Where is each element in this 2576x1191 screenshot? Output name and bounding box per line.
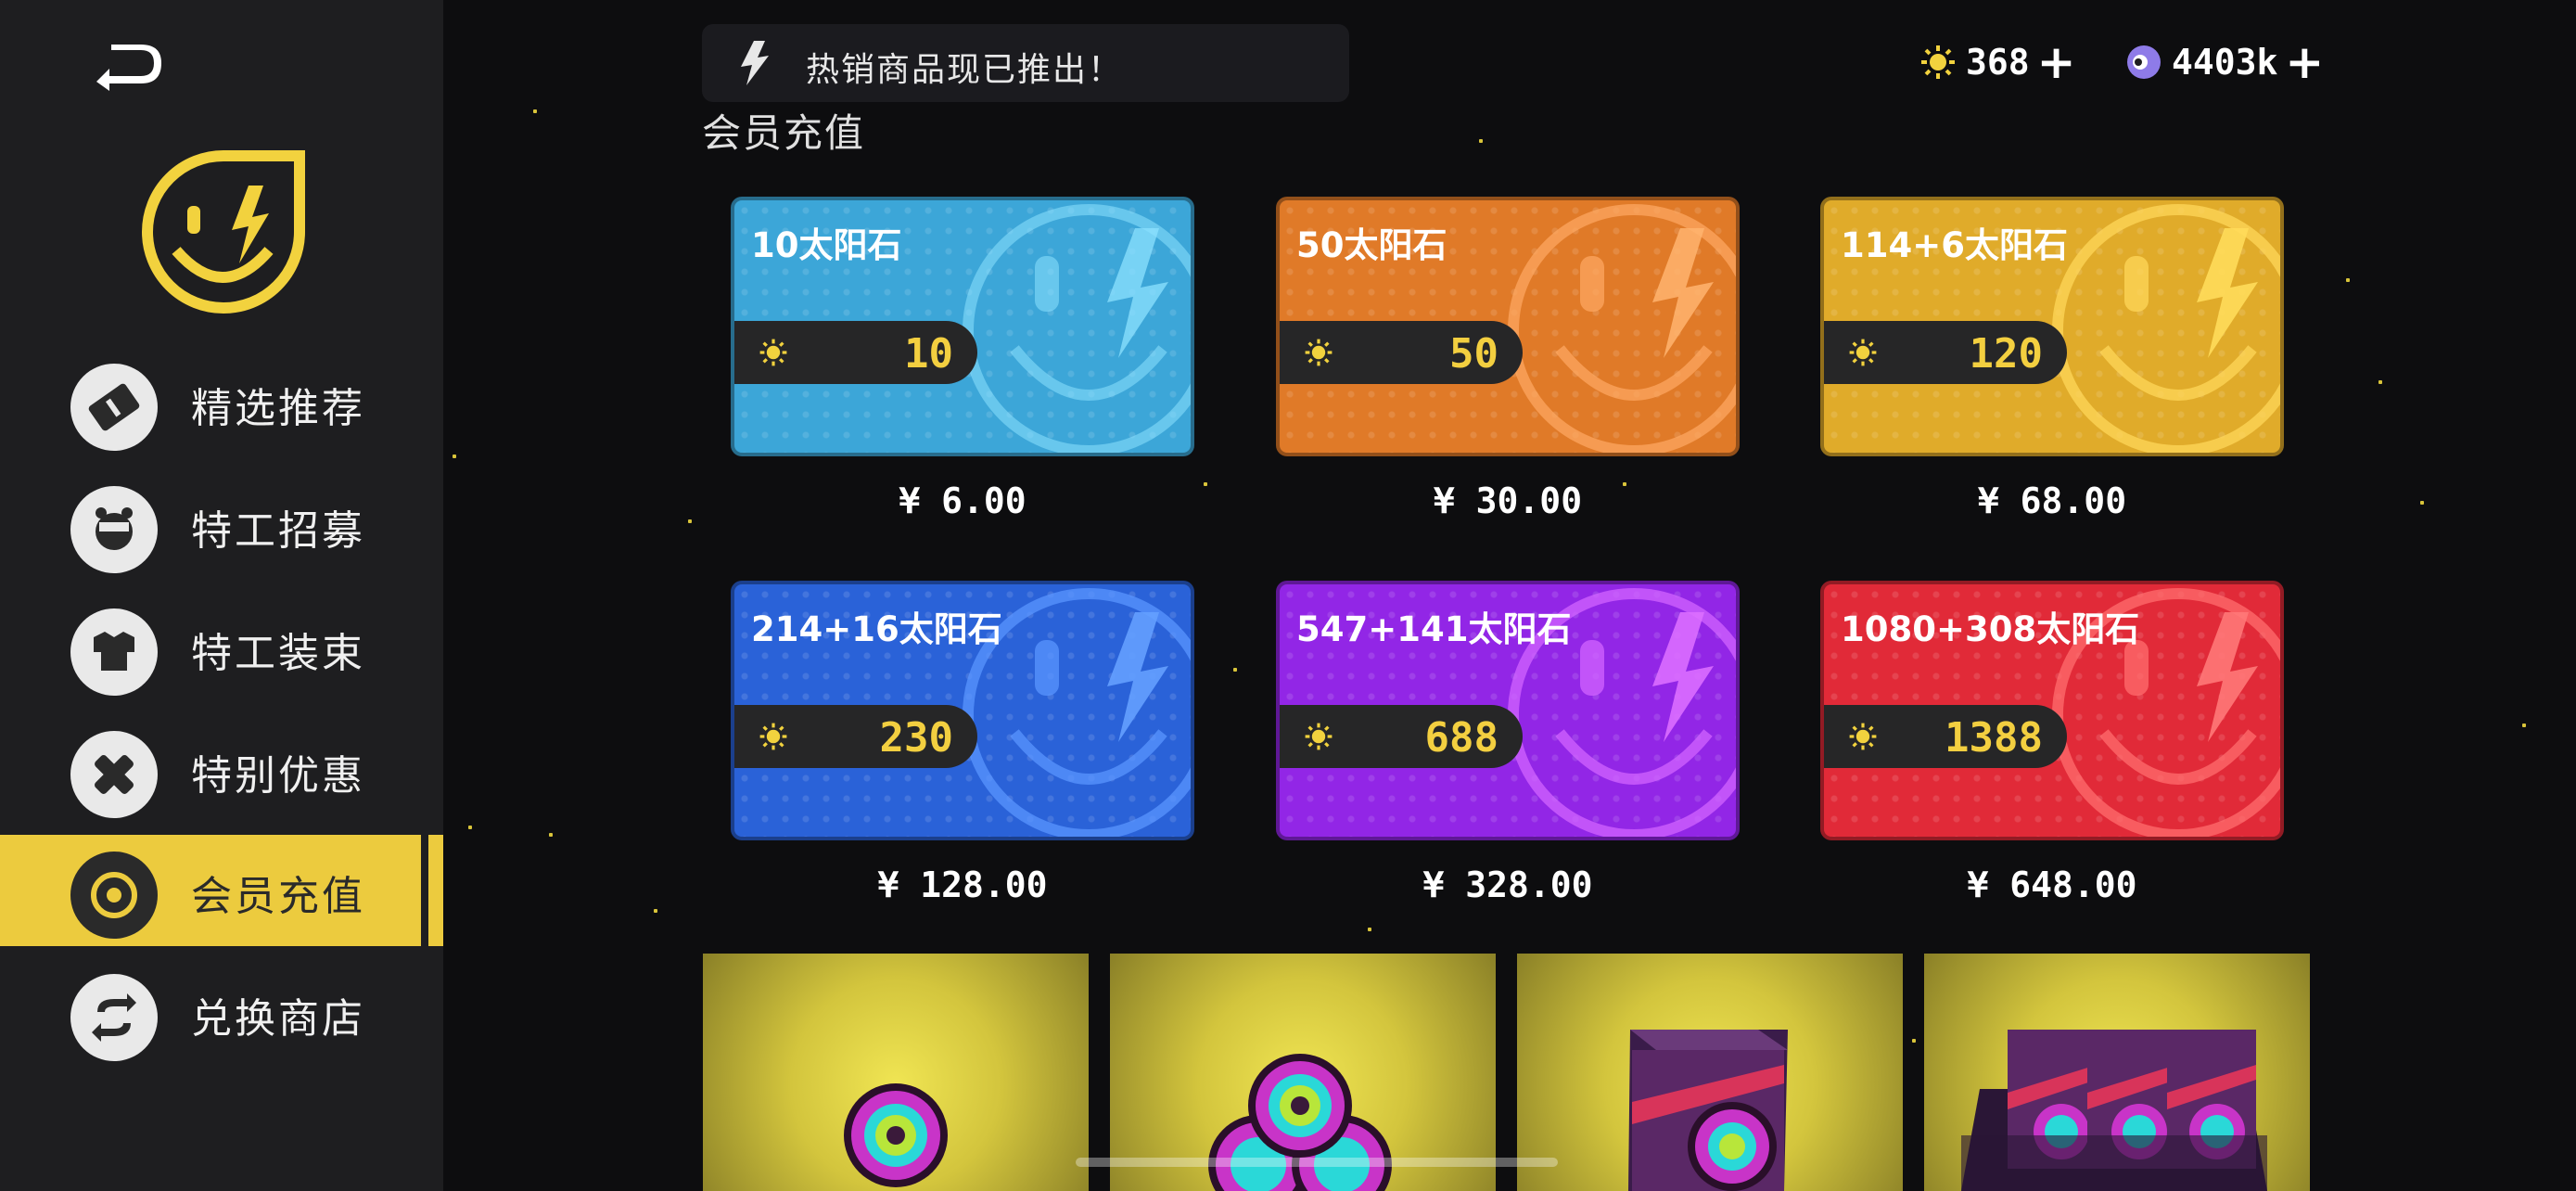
pack-price: ¥ 30.00 bbox=[1433, 480, 1583, 521]
amount-pill: 230 bbox=[734, 705, 977, 768]
nav-label: 兑换商店 bbox=[191, 995, 365, 1043]
pack-amount: 50 bbox=[1449, 330, 1498, 378]
orb-balance[interactable]: 4403k + bbox=[2125, 35, 2324, 89]
back-button[interactable] bbox=[93, 37, 167, 93]
crate-bundle-icon bbox=[1961, 1030, 2267, 1191]
sunstone-icon bbox=[1921, 45, 1955, 79]
pack-card[interactable]: 10太阳石 10 bbox=[731, 197, 1194, 456]
sunstone-value: 368 bbox=[1966, 42, 2030, 83]
pack-card[interactable]: 214+16太阳石 230 bbox=[731, 581, 1194, 840]
pack-card[interactable]: 547+141太阳石 688 bbox=[1276, 581, 1740, 840]
pack-name: 214+16太阳石 bbox=[751, 609, 1002, 649]
logo bbox=[139, 148, 308, 317]
bolt-icon bbox=[741, 41, 769, 85]
pack-name: 114+6太阳石 bbox=[1841, 225, 2068, 265]
bandage-icon bbox=[70, 731, 158, 818]
nav-item-agent-outfit[interactable]: 特工装束 bbox=[0, 592, 443, 703]
ticket-icon bbox=[70, 364, 158, 451]
pack-card[interactable]: 1080+308太阳石 1388 bbox=[1820, 581, 2284, 840]
exchange-icon bbox=[70, 974, 158, 1061]
item-box-single-disc[interactable] bbox=[703, 954, 1089, 1191]
nav-item-special-offer[interactable]: 特别优惠 bbox=[0, 714, 443, 826]
pack-price: ¥ 128.00 bbox=[877, 864, 1048, 905]
nav-item-membership-topup[interactable]: 会员充值 bbox=[0, 835, 443, 946]
pack-price: ¥ 6.00 bbox=[899, 480, 1027, 521]
item-box-single-crate[interactable] bbox=[1517, 954, 1903, 1191]
pack-name: 1080+308太阳石 bbox=[1841, 609, 2140, 649]
add-sunstone-icon[interactable]: + bbox=[2037, 39, 2076, 85]
pack-card[interactable]: 50太阳石 50 bbox=[1276, 197, 1740, 456]
smiley-bolt-logo-icon bbox=[142, 150, 305, 314]
section-title: 会员充值 bbox=[702, 110, 866, 156]
disc-stack-icon bbox=[1208, 1054, 1392, 1191]
orb-value: 4403k bbox=[2172, 42, 2278, 83]
back-arrow-icon bbox=[96, 45, 161, 91]
pack-amount: 230 bbox=[879, 714, 953, 762]
pack-card[interactable]: 114+6太阳石 120 bbox=[1820, 197, 2284, 456]
target-icon bbox=[70, 852, 158, 939]
sunstone-icon bbox=[1849, 723, 1877, 750]
pack-name: 50太阳石 bbox=[1296, 225, 1447, 265]
notice-text: 热销商品现已推出！ bbox=[806, 51, 1124, 89]
sidebar: 精选推荐 特工招募 特工装束 特别优惠 会员充值 兑换商店 bbox=[0, 0, 443, 1191]
nav-label: 特工装束 bbox=[191, 630, 365, 677]
pack-amount: 120 bbox=[1969, 330, 2043, 378]
sunstone-icon bbox=[759, 723, 787, 750]
item-box-crate-bundle[interactable] bbox=[1924, 954, 2310, 1191]
add-orb-icon[interactable]: + bbox=[2285, 39, 2324, 85]
horizontal-scrollbar[interactable] bbox=[1076, 1158, 1558, 1167]
item-box-disc-stack[interactable] bbox=[1110, 954, 1496, 1191]
nav-label: 会员充值 bbox=[191, 873, 365, 920]
sunstone-icon bbox=[1849, 339, 1877, 366]
smiley-watermark-icon bbox=[2052, 204, 2280, 453]
nav-label: 精选推荐 bbox=[191, 385, 365, 432]
orb-icon bbox=[2127, 45, 2161, 79]
amount-pill: 120 bbox=[1824, 321, 2067, 384]
sunstone-icon bbox=[1305, 723, 1333, 750]
smiley-watermark-icon bbox=[963, 204, 1191, 453]
outfit-icon bbox=[70, 608, 158, 696]
agent-icon bbox=[70, 486, 158, 573]
pack-name: 547+141太阳石 bbox=[1296, 609, 1572, 649]
nav-item-featured[interactable]: 精选推荐 bbox=[0, 347, 443, 458]
pack-price: ¥ 68.00 bbox=[1977, 480, 2127, 521]
pack-amount: 688 bbox=[1424, 714, 1498, 762]
smiley-watermark-icon bbox=[1508, 204, 1736, 453]
disc-icon bbox=[844, 1083, 948, 1187]
amount-pill: 688 bbox=[1280, 705, 1523, 768]
nav-item-agent-recruit[interactable]: 特工招募 bbox=[0, 469, 443, 581]
amount-pill: 1388 bbox=[1824, 705, 2067, 768]
nav-label: 特工招募 bbox=[191, 507, 365, 555]
pack-price: ¥ 648.00 bbox=[1967, 864, 2137, 905]
pack-price: ¥ 328.00 bbox=[1422, 864, 1593, 905]
nav-item-exchange-shop[interactable]: 兑换商店 bbox=[0, 957, 443, 1069]
pack-amount: 1388 bbox=[1945, 714, 2043, 762]
pack-name: 10太阳石 bbox=[751, 225, 902, 265]
amount-pill: 10 bbox=[734, 321, 977, 384]
hot-items-notice[interactable]: 热销商品现已推出！ bbox=[702, 24, 1349, 102]
sunstone-icon bbox=[1305, 339, 1333, 366]
nav-label: 特别优惠 bbox=[191, 752, 365, 800]
crate-icon bbox=[1628, 1030, 1788, 1191]
amount-pill: 50 bbox=[1280, 321, 1523, 384]
pack-amount: 10 bbox=[904, 330, 953, 378]
sunstone-icon bbox=[759, 339, 787, 366]
sunstone-balance[interactable]: 368 + bbox=[1919, 35, 2076, 89]
